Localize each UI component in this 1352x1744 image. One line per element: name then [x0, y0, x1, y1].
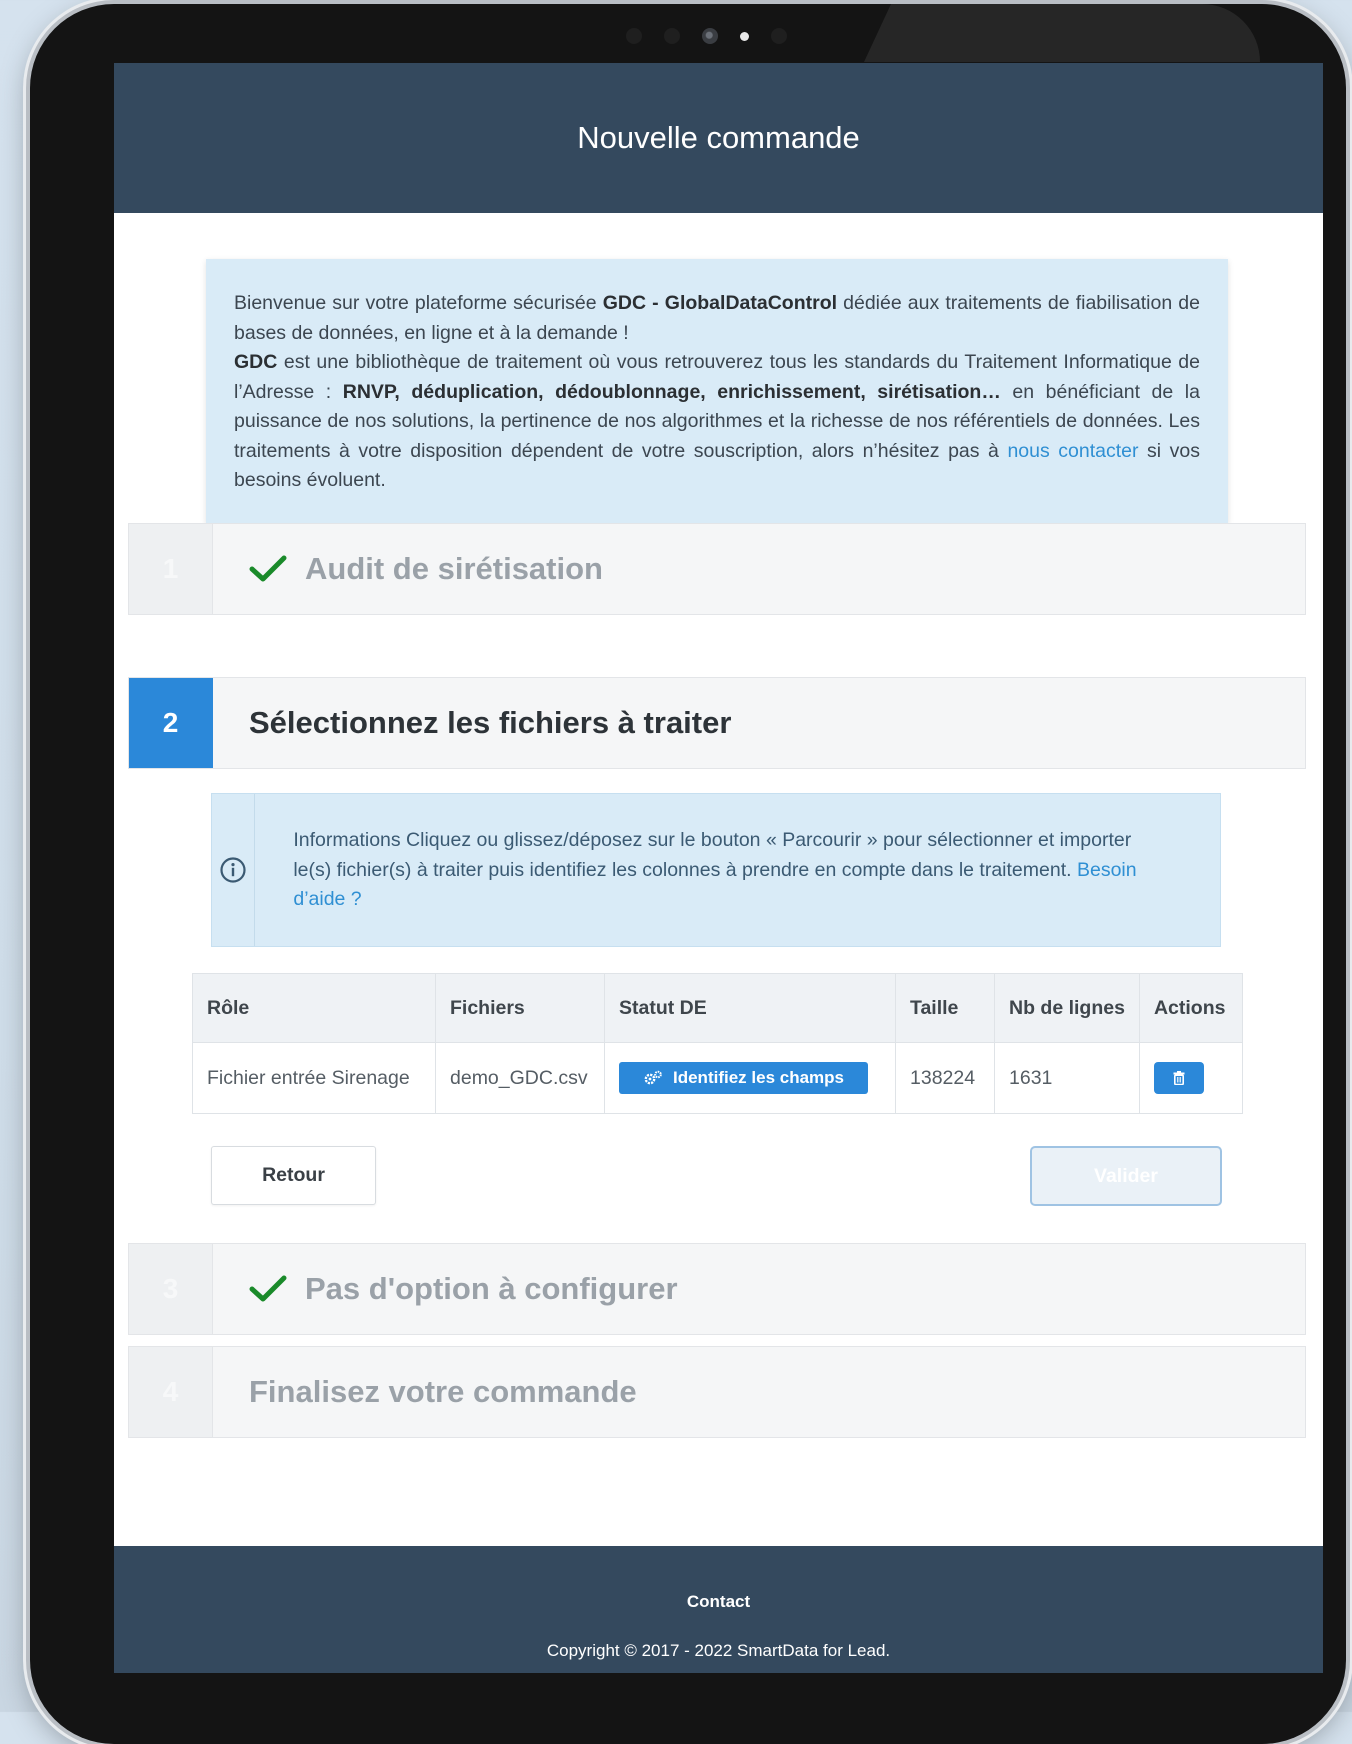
sensor-dot: [625, 28, 642, 44]
step-title: Pas d'option à configurer: [305, 1271, 678, 1306]
indicator-light: [739, 32, 749, 41]
step-title: Finalisez votre commande: [249, 1374, 637, 1409]
step-3-options[interactable]: 3 Pas d'option à configurer: [128, 1243, 1306, 1335]
cell-lines: 1631: [994, 1042, 1140, 1114]
footer: Contact Copyright © 2017 - 2022 SmartDat…: [114, 1546, 1323, 1673]
page-title: Nouvelle commande: [577, 120, 860, 155]
camera-array: [30, 28, 1346, 44]
step-2-select-files[interactable]: 2 Sélectionnez les fichiers à traiter: [128, 677, 1306, 769]
footer-contact-link[interactable]: Contact: [114, 1592, 1323, 1612]
info-alert: Informations Cliquez ou glissez/déposez …: [211, 793, 1221, 947]
sensor-dot: [770, 28, 787, 44]
table-row: Fichier entrée Sirenage demo_GDC.csv Ide…: [192, 1042, 1243, 1114]
cell-size: 138224: [895, 1042, 995, 1114]
info-circle-icon: [220, 857, 246, 883]
cell-role: Fichier entrée Sirenage: [192, 1042, 436, 1114]
contact-us-link[interactable]: nous contacter: [1007, 440, 1138, 462]
checkmark-icon: [249, 1275, 287, 1302]
files-table: Rôle Fichiers Statut DE Taille Nb de lig…: [192, 973, 1243, 1114]
column-header-status: Statut DE: [604, 973, 896, 1043]
column-header-size: Taille: [895, 973, 995, 1043]
top-bar: Nouvelle commande: [114, 63, 1323, 213]
step-number: 4: [129, 1347, 213, 1437]
checkmark-icon: [249, 555, 287, 582]
cogs-icon: [644, 1070, 662, 1085]
back-button[interactable]: Retour: [211, 1146, 376, 1205]
copyright-text: Copyright © 2017 - 2022 SmartData for Le…: [546, 1641, 891, 1660]
step-4-finalize[interactable]: 4 Finalisez votre commande: [128, 1346, 1306, 1438]
step-number: 2: [129, 678, 213, 768]
identify-fields-button[interactable]: Identifiez les champs: [619, 1062, 868, 1094]
column-header-role: Rôle: [192, 973, 436, 1043]
column-header-actions: Actions: [1138, 973, 1243, 1043]
screen: Nouvelle commande Bienvenue sur votre pl…: [114, 63, 1323, 1673]
step-title: Audit de sirétisation: [305, 551, 603, 586]
sensor-dot: [663, 28, 680, 44]
cell-file: demo_GDC.csv: [435, 1042, 605, 1114]
welcome-text: Bienvenue sur votre plateforme sécurisée…: [234, 292, 1201, 491]
column-header-lines: Nb de lignes: [994, 973, 1140, 1043]
tablet-frame: Nouvelle commande Bienvenue sur votre pl…: [30, 4, 1346, 1744]
column-header-files: Fichiers: [435, 973, 605, 1043]
trash-icon: [1173, 1071, 1185, 1085]
step-title: Sélectionnez les fichiers à traiter: [249, 705, 732, 740]
delete-file-button[interactable]: [1153, 1062, 1204, 1094]
welcome-panel: Bienvenue sur votre plateforme sécurisée…: [206, 259, 1228, 524]
step-number: 3: [129, 1244, 213, 1334]
step-1-audit[interactable]: 1 Audit de sirétisation: [128, 523, 1306, 615]
step-number: 1: [129, 524, 213, 614]
validate-button[interactable]: Valider: [1030, 1146, 1222, 1206]
table-header-row: Rôle Fichiers Statut DE Taille Nb de lig…: [192, 973, 1243, 1043]
info-text: Informations Cliquez ou glissez/déposez …: [293, 829, 1137, 910]
camera-lens-icon: [701, 28, 718, 44]
